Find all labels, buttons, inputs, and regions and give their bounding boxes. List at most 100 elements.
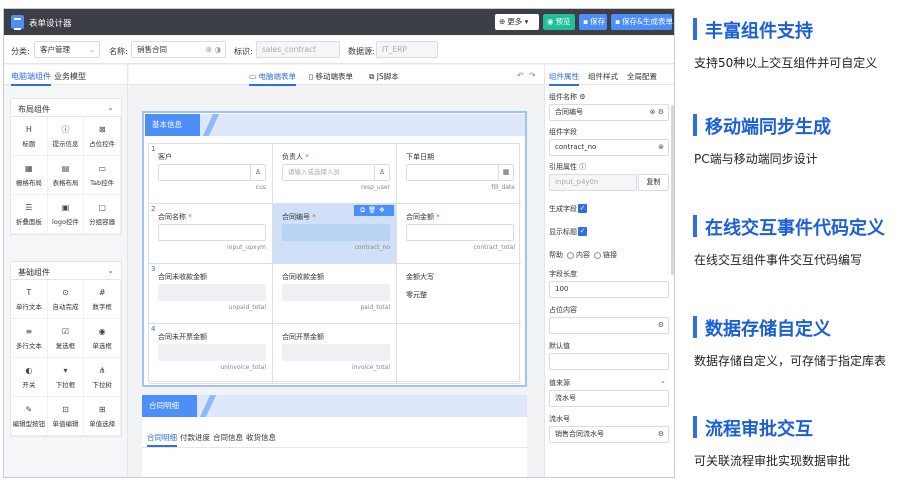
tab-global-config[interactable]: 全局配置 [627,71,657,82]
clear-globe-icons[interactable]: ⊗ ◑ [206,42,221,57]
name-input[interactable]: 销售合同 ⊗ ◑ [131,41,226,58]
form-field[interactable]: 合同名称 * input_upxym [149,204,273,263]
gen-field-checkbox[interactable]: ✓ [578,204,587,213]
placeholder-input[interactable]: ⚙ [549,317,669,334]
required-mark: * [434,213,440,221]
gear-icon[interactable]: ⚙ [658,427,664,442]
field-input[interactable] [282,344,390,361]
component-item[interactable]: ☑ 复选框 [47,319,85,358]
field-key: paid_total [360,304,390,311]
category-select[interactable]: 客户管理 ⌄ [34,41,100,58]
layout-group-header[interactable]: 布局组件 ⌄ [11,99,121,117]
component-name-input[interactable]: 合同编号 ⊗ ⚙ [549,104,669,121]
subtab-contract-detail[interactable]: 合同明细 [147,432,177,447]
gear-icon[interactable]: ⚙ [658,318,664,333]
id-input[interactable]: sales_contract [256,41,340,58]
component-item[interactable]: # 数字框 [84,280,121,319]
component-item[interactable]: ⊙ 自动完成 [47,280,85,319]
field-key: contract_total [473,244,515,251]
component-item[interactable]: ▾ 下拉框 [47,358,85,397]
basic-group-header[interactable]: 基础组件 ⌄ [11,262,121,280]
field-input[interactable] [158,344,266,361]
save-button[interactable]: ▪ 保存 [579,14,607,30]
form-field[interactable]: 客户 ♙ cus [149,144,273,203]
tab-component-props[interactable]: 组件属性 [549,71,579,86]
field-label: 合同金额 * [406,212,440,222]
form-field[interactable]: 合同收款金额 paid_total [273,264,397,323]
copy-button[interactable]: 复制 [638,174,669,191]
form-field[interactable] [397,324,521,383]
form-field[interactable]: 合同金额 * contract_total [397,204,521,263]
preview-button[interactable]: ◉ 预览 [543,14,575,30]
tab-pc-form[interactable]: ▭ 电脑端表单 [249,71,296,86]
field-input[interactable]: ▦ [406,164,514,181]
component-item[interactable]: ⊡ 单值编辑 [47,397,85,436]
length-input[interactable]: 100 [549,281,669,298]
field-input[interactable] [282,284,390,301]
form-field[interactable]: 合同编号 * contract_no ⧉🗑✥ [273,204,397,263]
subtab-payment-progress[interactable]: 付款进度 [180,432,210,443]
tab-business-model[interactable]: 业务模型 [54,71,86,82]
tab-js-script[interactable]: ⧉ JS脚本 [369,71,399,82]
clear-icon[interactable]: ⊗ [658,140,664,155]
redo-icon[interactable]: ↷ [529,71,536,80]
more-button[interactable]: ⊕ 更多 ▾ [495,14,539,30]
component-icon: ≡ [25,327,33,336]
basic-info-section[interactable]: 基本信息 1 客户 ♙ cus 负责人 * 请输入或选择人员 ♙ resp_user 下单日期 ▦… [142,111,527,387]
subtab-contract-info[interactable]: 合同信息 [213,432,243,443]
component-item[interactable]: ⊞ 单值选择 [84,397,121,436]
form-field[interactable]: 合同未收款金额 unpaid_total [149,264,273,323]
component-item[interactable]: T 单行文本 [11,280,48,319]
value-source-select[interactable]: 流水号 [549,390,669,407]
component-item[interactable]: ⋔ 下拉树 [84,358,121,397]
source-input[interactable]: IT_ERP [376,41,438,58]
contract-detail-section[interactable]: 合同明细 合同明细 付款进度 合同信息 收货信息 [142,395,527,477]
component-item[interactable]: ⊠ 占位控件 [84,117,121,156]
form-field[interactable]: 负责人 * 请输入或选择人员 ♙ resp_user [273,144,397,203]
ref-input[interactable]: input_p4y0n [549,174,637,191]
form-field[interactable]: 合同未开票金额 uninvoice_total [149,324,273,383]
tab-component-style[interactable]: 组件样式 [588,71,618,82]
person-icon[interactable]: ♙ [374,165,389,180]
tab-pc-components[interactable]: 电脑端组件 [11,71,51,86]
component-item[interactable]: ✎ 编辑型按钮 [11,397,48,436]
component-item[interactable]: ▢ 分组容器 [84,195,121,234]
field-input[interactable] [282,224,390,241]
radio-content[interactable] [567,251,574,259]
component-item[interactable]: ▤ 表格布局 [47,156,85,195]
help-opt-content[interactable]: 内容 [576,251,590,259]
show-title-checkbox[interactable]: ✓ [578,227,587,236]
component-item[interactable]: H 标题 [11,117,48,156]
help-opt-link[interactable]: 链接 [603,251,617,259]
component-item[interactable]: ▣ logo控件 [47,195,85,234]
calendar-icon[interactable]: ▦ [498,165,513,180]
radio-link[interactable] [594,251,601,259]
property-scrollbar[interactable] [671,105,674,275]
component-item[interactable]: ≡ 多行文本 [11,319,48,358]
component-item[interactable]: ⓘ 提示信息 [47,117,85,156]
component-item[interactable]: ▦ 栅格布局 [11,156,48,195]
field-input[interactable]: 请输入或选择人员 ♙ [282,164,390,181]
form-field[interactable]: 金额大写 零元整 [397,264,521,323]
form-field[interactable]: 下单日期 ▦ fill_date [397,144,521,203]
form-field[interactable]: 合同开票金额 invoice_total [273,324,397,383]
field-input[interactable] [406,224,514,241]
tab-mobile-form[interactable]: ▯ 移动端表单 [309,71,353,82]
field-toolbar-icons[interactable]: ⧉🗑✥ [354,205,394,216]
component-item[interactable]: ◉ 单选框 [84,319,121,358]
person-icon[interactable]: ♙ [250,165,265,180]
subtab-delivery-info[interactable]: 收货信息 [246,432,276,443]
gear-icon[interactable]: ⊗ ⚙ [650,105,664,120]
default-input[interactable] [549,353,669,370]
field-input[interactable]: contract_no ⊗ [549,139,669,156]
component-item[interactable]: ▭ Tab控件 [84,156,121,195]
chevron-down-icon[interactable]: ⌄ [660,377,666,385]
field-input[interactable] [158,224,266,241]
component-item[interactable]: ☰ 折叠面板 [11,195,48,234]
field-input[interactable]: ♙ [158,164,266,181]
component-item[interactable]: ◐ 开关 [11,358,48,397]
undo-icon[interactable]: ↶ [517,71,524,80]
save-generate-button[interactable]: ▪ 保存&生成表单 [611,14,673,30]
field-input[interactable] [158,284,266,301]
serial-input[interactable]: 销售合同流水号 ⚙ [549,426,669,443]
